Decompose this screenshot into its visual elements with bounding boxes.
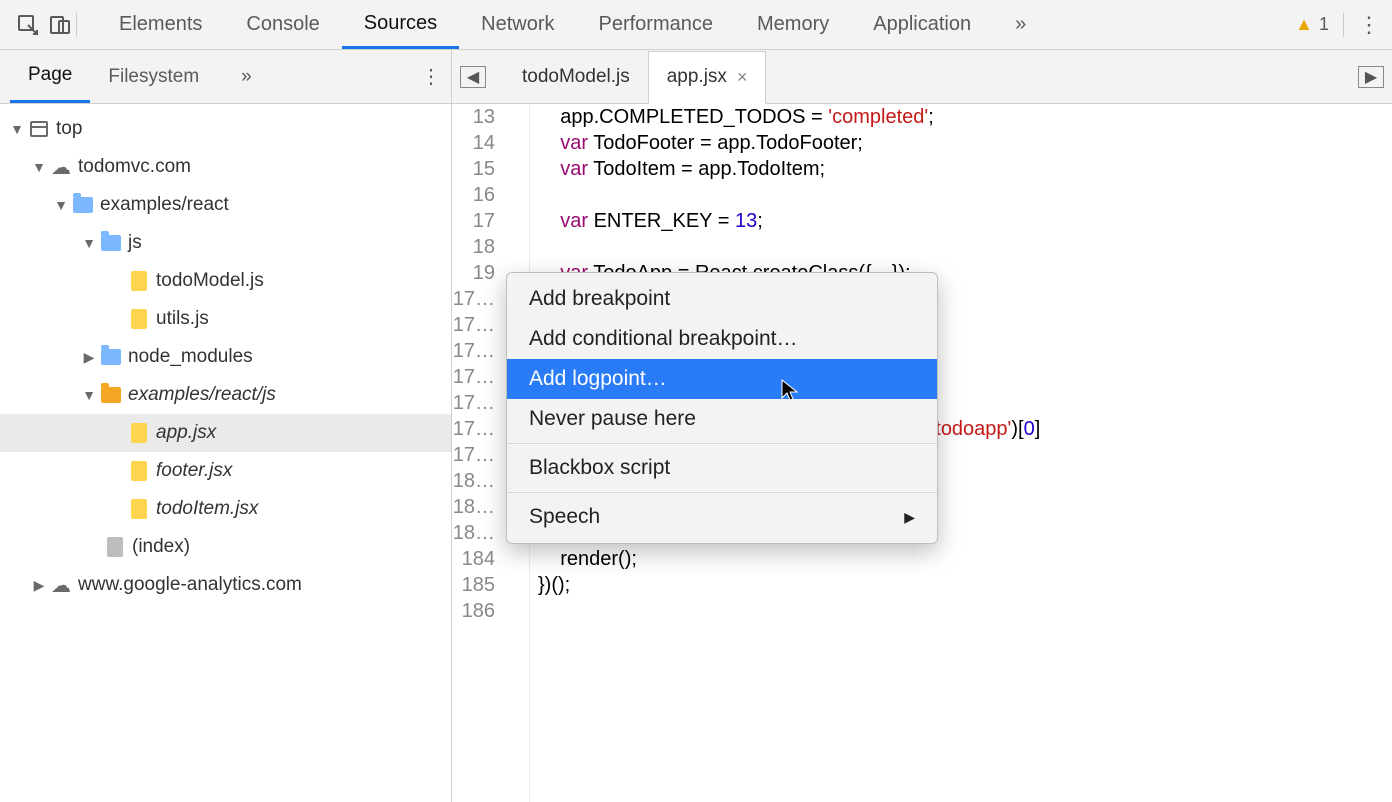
tree-label: todoModel.js [156, 270, 264, 292]
folder-icon [73, 197, 93, 213]
tree-domain-ga[interactable]: ▶ ☁ www.google-analytics.com [0, 566, 451, 604]
ctx-separator [507, 492, 937, 493]
close-icon[interactable]: × [737, 67, 748, 88]
tree-file-footer[interactable]: footer.jsx [0, 452, 451, 490]
tree-label: app.jsx [156, 422, 216, 444]
main-tabs: Elements Console Sources Network Perform… [97, 0, 1295, 49]
divider [1343, 13, 1344, 37]
tabs-overflow[interactable]: » [993, 0, 1048, 49]
devtools-tabs-bar: Elements Console Sources Network Perform… [0, 0, 1392, 50]
cursor-icon [780, 378, 800, 402]
file-icon [131, 423, 147, 443]
folder-icon [101, 235, 121, 251]
tree-label: examples/react/js [128, 384, 276, 406]
file-icon [107, 537, 123, 557]
tab-console[interactable]: Console [224, 0, 341, 49]
tree-label: www.google-analytics.com [78, 574, 302, 596]
tree-file-app[interactable]: app.jsx [0, 414, 451, 452]
tree-file-todoitem[interactable]: todoItem.jsx [0, 490, 451, 528]
cloud-icon: ☁ [48, 573, 74, 598]
ctx-blackbox-script[interactable]: Blackbox script [507, 448, 937, 488]
chevron-right-icon: ▶ [904, 509, 915, 526]
ctx-separator [507, 443, 937, 444]
tabs-right-controls: ▲ 1 ⋮ [1295, 12, 1380, 38]
ctx-add-logpoint[interactable]: Add logpoint… [507, 359, 937, 399]
tree-label: top [56, 118, 82, 140]
inspect-icon[interactable] [12, 9, 44, 41]
tree-folder-examples-react-js[interactable]: ▼ examples/react/js [0, 376, 451, 414]
device-toggle-icon[interactable] [44, 9, 76, 41]
kebab-menu-icon[interactable]: ⋮ [1358, 12, 1380, 38]
file-tree: ▼ top ▼ ☁ todomvc.com ▼ examples/react ▼… [0, 104, 451, 802]
ctx-speech[interactable]: Speech ▶ [507, 497, 937, 537]
tree-label: todomvc.com [78, 156, 191, 178]
sidebar-tab-filesystem[interactable]: Filesystem [90, 50, 217, 103]
tree-label: todoItem.jsx [156, 498, 258, 520]
nav-prev-icon[interactable]: ◀ [460, 66, 486, 88]
file-icon [131, 309, 147, 329]
gutter-context-menu: Add breakpoint Add conditional breakpoin… [506, 272, 938, 544]
navigator-tabs: Page Filesystem » ⋮ [0, 50, 451, 104]
tab-application[interactable]: Application [851, 0, 993, 49]
tab-sources[interactable]: Sources [342, 0, 459, 49]
divider [76, 13, 77, 37]
editor-tab-todomodel[interactable]: todoModel.js [504, 50, 648, 103]
editor-tab-label: app.jsx [667, 66, 727, 88]
file-icon [131, 271, 147, 291]
tree-label: examples/react [100, 194, 229, 216]
nav-next-icon[interactable]: ▶ [1358, 66, 1384, 88]
sidebar-kebab-icon[interactable]: ⋮ [421, 64, 441, 89]
tree-top[interactable]: ▼ top [0, 110, 451, 148]
tree-folder-node-modules[interactable]: ▶ node_modules [0, 338, 451, 376]
file-icon [131, 499, 147, 519]
editor-tab-app[interactable]: app.jsx × [648, 51, 767, 104]
ctx-label: Speech [529, 505, 600, 529]
folder-icon [101, 349, 121, 365]
tab-elements[interactable]: Elements [97, 0, 224, 49]
tree-file-todomodel[interactable]: todoModel.js [0, 262, 451, 300]
warning-triangle-icon: ▲ [1295, 14, 1313, 35]
sidebar-tab-page[interactable]: Page [10, 50, 90, 103]
tree-label: node_modules [128, 346, 253, 368]
sidebar-tabs-overflow[interactable]: » [223, 50, 270, 103]
ctx-never-pause-here[interactable]: Never pause here [507, 399, 937, 439]
warning-badge[interactable]: ▲ 1 [1295, 14, 1329, 35]
file-icon [131, 461, 147, 481]
tab-memory[interactable]: Memory [735, 0, 851, 49]
window-icon [30, 121, 48, 137]
cloud-icon: ☁ [48, 155, 74, 180]
tree-label: utils.js [156, 308, 209, 330]
tree-folder-examples[interactable]: ▼ examples/react [0, 186, 451, 224]
ctx-add-breakpoint[interactable]: Add breakpoint [507, 279, 937, 319]
tab-network[interactable]: Network [459, 0, 576, 49]
navigator-sidebar: Page Filesystem » ⋮ ▼ top ▼ ☁ todomvc.co… [0, 50, 452, 802]
tree-label: (index) [132, 536, 190, 558]
tree-folder-js[interactable]: ▼ js [0, 224, 451, 262]
warning-count: 1 [1319, 14, 1329, 35]
ctx-add-conditional-breakpoint[interactable]: Add conditional breakpoint… [507, 319, 937, 359]
tree-label: js [128, 232, 142, 254]
tree-file-utils[interactable]: utils.js [0, 300, 451, 338]
editor-tab-label: todoModel.js [522, 66, 630, 88]
tab-performance[interactable]: Performance [577, 0, 736, 49]
tree-file-index[interactable]: (index) [0, 528, 451, 566]
folder-icon [101, 387, 121, 403]
editor-tabs-bar: ◀ todoModel.js app.jsx × ▶ [452, 50, 1392, 104]
tree-domain[interactable]: ▼ ☁ todomvc.com [0, 148, 451, 186]
tree-label: footer.jsx [156, 460, 232, 482]
